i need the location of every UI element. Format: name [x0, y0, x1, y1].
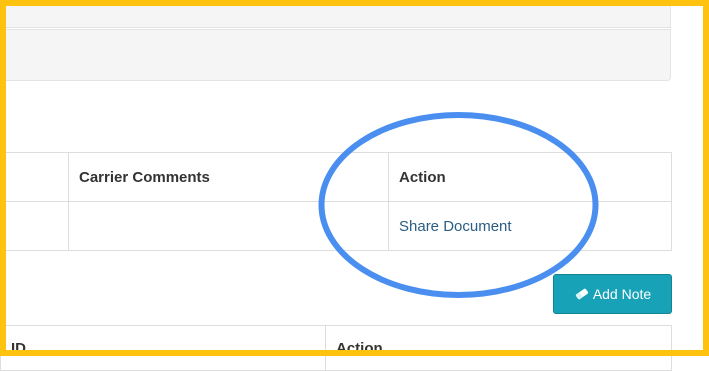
action-cell: Share Document — [388, 201, 672, 251]
share-document-link[interactable]: Share Document — [399, 218, 512, 235]
eraser-icon — [574, 288, 590, 300]
info-panel-top — [0, 0, 671, 28]
column-header-action: Action — [325, 325, 672, 371]
column-header-action: Action — [388, 152, 672, 202]
table-row: Share Document — [0, 201, 672, 251]
info-panel-secondary — [0, 29, 671, 81]
add-note-label: Add Note — [592, 286, 652, 302]
add-note-button[interactable]: Add Note — [553, 274, 672, 314]
documents-table: Carrier Comments Action Share Document — [0, 152, 672, 251]
notes-table-header-row: ID Action — [0, 325, 672, 371]
carrier-comments-cell — [68, 201, 389, 251]
table-cell — [0, 201, 69, 251]
column-header-carrier-comments: Carrier Comments — [68, 152, 389, 202]
column-header-id: ID — [0, 325, 326, 371]
notes-table: ID Action — [0, 325, 672, 371]
column-header — [0, 152, 69, 202]
documents-table-header-row: Carrier Comments Action — [0, 152, 672, 202]
